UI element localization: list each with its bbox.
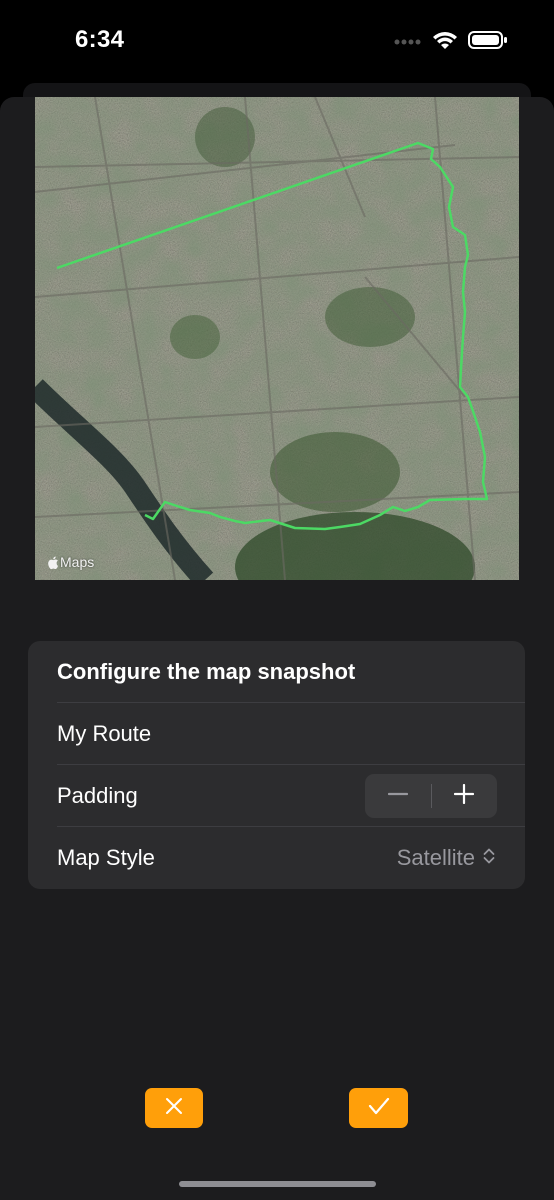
maps-attribution-text: Maps — [60, 554, 95, 570]
wifi-icon — [432, 30, 458, 55]
checkmark-icon — [368, 1096, 390, 1121]
home-indicator[interactable] — [179, 1181, 376, 1187]
increment-button[interactable] — [432, 774, 498, 818]
status-time: 6:34 — [75, 26, 125, 53]
apple-logo-icon — [48, 556, 59, 569]
form-header-row: Configure the map snapshot — [28, 641, 525, 703]
map-style-label: Map Style — [57, 845, 155, 870]
route-name-row[interactable]: My Route — [28, 703, 525, 765]
status-icons — [394, 30, 508, 55]
minus-icon — [387, 784, 408, 809]
route-name-field[interactable]: My Route — [57, 721, 151, 747]
battery-icon — [468, 30, 508, 55]
form-header: Configure the map snapshot — [57, 659, 356, 684]
map-style-value: Satellite — [396, 845, 475, 870]
map-style-picker[interactable]: Satellite — [397, 845, 495, 871]
decrement-button[interactable] — [365, 774, 431, 818]
map-snapshot: Maps — [35, 97, 519, 580]
padding-row: Padding — [28, 765, 525, 827]
chevron-up-down-icon — [483, 845, 495, 871]
cellular-icon — [394, 34, 422, 52]
plus-icon — [454, 783, 475, 809]
configuration-form: Configure the map snapshot My Route Padd… — [28, 641, 525, 889]
xmark-icon — [164, 1096, 184, 1121]
maps-attribution: Maps — [48, 554, 94, 570]
satellite-map-image — [35, 97, 519, 580]
padding-label: Padding — [57, 783, 138, 808]
map-style-row: Map Style Satellite — [28, 827, 525, 889]
confirm-button[interactable] — [349, 1088, 408, 1128]
cancel-button[interactable] — [145, 1088, 203, 1128]
padding-stepper — [365, 774, 497, 818]
status-bar: 6:34 — [0, 0, 554, 84]
